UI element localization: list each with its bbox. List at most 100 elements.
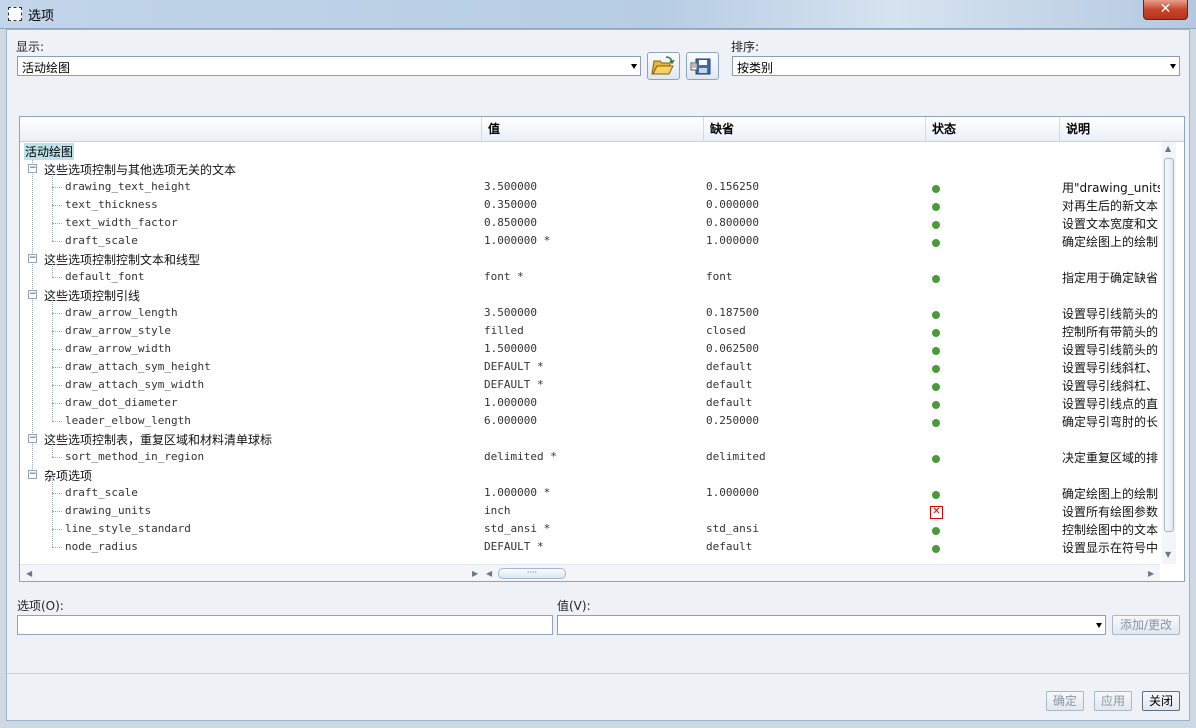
divider	[7, 673, 1191, 674]
option-name: drawing_text_height	[65, 180, 191, 193]
table-row[interactable]: draft_scale 1.000000 * 1.000000 确定绘图上的绘制	[20, 475, 1160, 502]
table-row[interactable]: node_radius DEFAULT * default 设置显示在符号中	[20, 529, 1160, 556]
option-name: text_thickness	[65, 198, 158, 211]
option-default: default	[706, 378, 753, 391]
table-row[interactable]: text_thickness 0.350000 0.000000 对再生后的新文本	[20, 187, 1160, 214]
table-row[interactable]: draw_dot_diameter 1.000000 default 设置导引线点的直	[20, 385, 1160, 412]
column-header-value[interactable]: 值	[481, 117, 703, 142]
table-row[interactable]: draw_attach_sym_height DEFAULT * default 设置…	[20, 349, 1160, 376]
table-row[interactable]: draw_arrow_length 3.500000 0.187500 设置导引线箭头…	[20, 295, 1160, 322]
vertical-scrollbar[interactable]: ▲ ▼	[1162, 142, 1176, 564]
tree-group-row[interactable]: − 这些选项控制引线	[20, 286, 1160, 304]
add-change-button[interactable]: 添加/更改	[1112, 615, 1180, 635]
option-default: font	[706, 270, 733, 283]
display-select[interactable]: 活动绘图	[17, 56, 641, 76]
value-select[interactable]	[557, 615, 1106, 635]
option-value: font *	[484, 270, 524, 283]
group-label: 这些选项控制与其他选项无关的文本	[44, 163, 237, 177]
collapse-icon[interactable]: −	[28, 434, 37, 443]
open-config-button[interactable]	[647, 52, 680, 80]
table-row[interactable]: line_style_standard std_ansi * std_ansi 控制绘…	[20, 511, 1160, 538]
table-row[interactable]: draw_arrow_width 1.500000 0.062500 设置导引线箭头的	[20, 331, 1160, 358]
table-row[interactable]: default_font font * font 指定用于确定缺省	[20, 259, 1160, 286]
column-header-default[interactable]: 缺省	[703, 117, 925, 142]
vertical-scroll-thumb[interactable]	[1164, 158, 1174, 532]
options-dialog: 显示: 活动绘图 排序: 按类别 值 缺省 状态 说明 活动绘图 − 这些选项控…	[6, 29, 1191, 721]
options-table: 值 缺省 状态 说明 活动绘图 − 这些选项控制与其他选项无关的文本 drawing…	[19, 116, 1185, 582]
option-description: 设置导引线斜杠、	[1062, 379, 1159, 393]
apply-button[interactable]: 应用	[1094, 691, 1132, 711]
tree-group-row[interactable]: − 杂项选项	[20, 466, 1160, 484]
table-row[interactable]: leader_elbow_length 6.000000 0.250000 确定导引弯…	[20, 403, 1160, 430]
collapse-icon[interactable]: −	[28, 290, 37, 299]
scroll-right-icon[interactable]: ▶	[1148, 569, 1154, 578]
option-description: 设置导引线点的直	[1062, 397, 1159, 411]
table-row[interactable]: drawing_units inch ✕ 设置所有绘图参数	[20, 493, 1160, 520]
status-ok-icon	[932, 329, 940, 337]
option-description: 确定绘图上的绘制	[1062, 235, 1159, 249]
column-header-description[interactable]: 说明	[1059, 117, 1184, 142]
scroll-up-icon[interactable]: ▲	[1165, 144, 1171, 153]
scroll-left-icon[interactable]: ◀	[26, 569, 32, 578]
option-default: closed	[706, 324, 746, 337]
value-field-label: 值(V):	[557, 599, 591, 613]
save-config-button[interactable]	[686, 52, 719, 80]
table-row[interactable]: draw_arrow_style filled closed 控制所有带箭头的	[20, 313, 1160, 340]
option-description: 用"drawing_units"	[1062, 181, 1160, 195]
tree-root-row[interactable]: 活动绘图	[20, 142, 1160, 160]
status-ok-icon	[932, 311, 940, 319]
ok-button[interactable]: 确定	[1046, 691, 1084, 711]
option-name: draw_arrow_width	[65, 342, 171, 355]
option-value: DEFAULT *	[484, 540, 544, 553]
table-body: 活动绘图 − 这些选项控制与其他选项无关的文本 drawing_text_heigh…	[20, 142, 1160, 564]
folder-open-icon	[651, 56, 675, 75]
column-header-status[interactable]: 状态	[925, 117, 1059, 142]
table-row[interactable]: draft_scale 1.000000 * 1.000000 确定绘图上的绘制	[20, 223, 1160, 250]
status-ok-icon	[932, 419, 940, 427]
option-default: default	[706, 360, 753, 373]
table-row[interactable]: drawing_text_height 3.500000 0.156250 用"dra…	[20, 169, 1160, 196]
status-ok-icon	[932, 239, 940, 247]
option-value: 1.500000	[484, 342, 537, 355]
option-input[interactable]	[17, 615, 553, 635]
table-row[interactable]: sort_method_in_region delimited * delimite…	[20, 439, 1160, 466]
table-row[interactable]: draw_attach_sym_width DEFAULT * default 设置导…	[20, 367, 1160, 394]
status-ok-icon	[932, 185, 940, 193]
group-label: 这些选项控制控制文本和线型	[44, 253, 201, 267]
option-name: draft_scale	[65, 486, 138, 499]
scroll-down-icon[interactable]: ▼	[1165, 550, 1171, 559]
close-button[interactable]: 关闭	[1142, 691, 1180, 711]
option-field-label: 选项(O):	[17, 599, 64, 613]
option-description: 决定重复区域的排	[1062, 451, 1159, 465]
option-value: 0.850000	[484, 216, 537, 229]
scroll-left-icon[interactable]: ◀	[486, 569, 492, 578]
table-row[interactable]: text_width_factor 0.850000 0.800000 设置文本宽度和…	[20, 205, 1160, 232]
horizontal-scrollbar[interactable]: ◀ ▶ ◀ ···· ▶	[20, 564, 1160, 581]
tree-group-row[interactable]: − 这些选项控制控制文本和线型	[20, 250, 1160, 268]
option-value: 1.000000 *	[484, 234, 551, 247]
sort-select[interactable]: 按类别	[732, 56, 1180, 76]
window-title: 选项	[28, 9, 55, 24]
option-description: 设置显示在符号中	[1062, 541, 1159, 555]
option-description: 设置导引线斜杠、	[1062, 361, 1159, 375]
window-close-button[interactable]: ✕	[1143, 0, 1188, 20]
option-description: 确定导引弯肘的长	[1062, 415, 1159, 429]
collapse-icon[interactable]: −	[28, 470, 37, 479]
collapse-icon[interactable]: −	[28, 254, 37, 263]
column-header-name[interactable]	[20, 117, 481, 142]
status-ok-icon	[932, 275, 940, 283]
tree-group-row[interactable]: − 这些选项控制表，重复区域和材料清单球标	[20, 430, 1160, 448]
option-default: delimited	[706, 450, 766, 463]
scroll-right-icon[interactable]: ▶	[472, 569, 478, 578]
option-default: 0.187500	[706, 306, 759, 319]
option-default: default	[706, 540, 753, 553]
tree-group-row[interactable]: − 这些选项控制与其他选项无关的文本	[20, 160, 1160, 178]
option-description: 设置文本宽度和文	[1062, 217, 1159, 231]
option-value: 3.500000	[484, 306, 537, 319]
status-ok-icon	[932, 203, 940, 211]
option-default: 0.156250	[706, 180, 759, 193]
status-ok-icon	[932, 365, 940, 373]
group-label: 这些选项控制引线	[44, 289, 141, 303]
horizontal-scroll-thumb[interactable]: ····	[498, 568, 566, 579]
collapse-icon[interactable]: −	[28, 164, 37, 173]
